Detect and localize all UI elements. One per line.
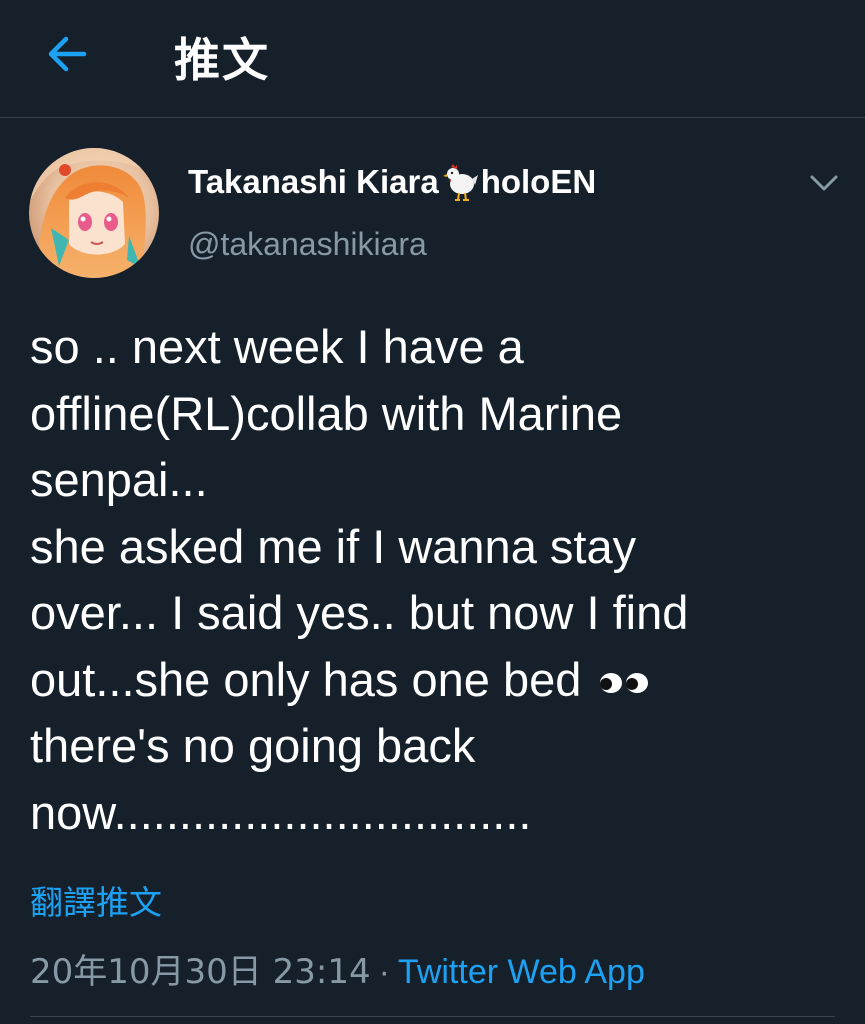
tweet-timestamp[interactable]: 20年10月30日 23:14	[30, 952, 371, 992]
tweet-text-line: now................................	[30, 785, 532, 839]
author-display-name[interactable]: Takanashi Kiara holoEN	[188, 163, 596, 201]
author-name-text: Takanashi Kiara	[188, 163, 439, 200]
divider	[30, 1016, 835, 1017]
tweet-text-line: over... I said yes.. but now I find	[30, 586, 689, 639]
chevron-down-icon[interactable]	[808, 172, 840, 194]
avatar-image	[29, 148, 159, 278]
tweet-metadata: 20年10月30日 23:14 · Twitter Web App	[30, 944, 645, 993]
tweet-text: so .. next week I have a offline(RL)coll…	[30, 314, 840, 846]
tweet-text-line: out...she only has one bed	[30, 652, 582, 706]
eyes-icon	[600, 673, 649, 694]
chicken-icon	[442, 164, 478, 201]
tweet-text-line: she asked me if I wanna stay	[30, 519, 637, 573]
tweet-text-line-with-emoji: out...she only has one bed	[30, 647, 840, 714]
arrow-left-icon[interactable]	[44, 32, 90, 76]
author-name-suffix: holoEN	[480, 163, 597, 200]
page-title: 推文	[174, 33, 270, 87]
translate-tweet-link[interactable]: 翻譯推文	[30, 876, 162, 924]
tweet-source-link[interactable]: Twitter Web App	[398, 953, 645, 991]
avatar[interactable]	[29, 148, 159, 278]
tweet-text-line: senpai...	[30, 453, 208, 506]
top-bar: 推文	[0, 0, 865, 118]
tweet-text-line: there's no going back	[30, 719, 476, 772]
author-handle[interactable]: @takanashikiara	[188, 226, 427, 263]
tweet-text-line: offline(RL)collab with Marine	[30, 386, 623, 440]
tweet-text-line: so .. next week I have a	[30, 320, 524, 373]
metadata-separator: ·	[378, 953, 390, 991]
